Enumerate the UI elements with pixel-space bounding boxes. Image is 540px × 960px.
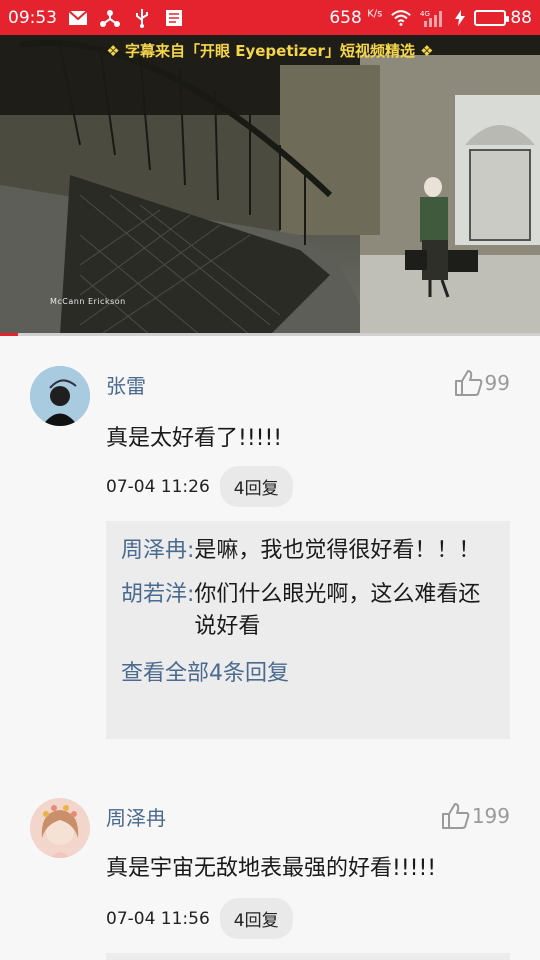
comment-text: 真是宇宙无敌地表最强的好看!!!!!	[106, 856, 437, 881]
reply-username[interactable]: 周泽冉:	[121, 535, 194, 567]
video-progress-fill	[0, 333, 18, 336]
like-count: 99	[484, 371, 510, 395]
net-speed: 658 K/s	[329, 7, 383, 28]
charging-icon	[454, 9, 466, 27]
battery-level: 88	[510, 7, 532, 28]
see-all-replies-link[interactable]: 查看全部4条回复	[121, 655, 494, 687]
reply-username[interactable]: 胡若洋:	[121, 579, 194, 643]
video-player[interactable]: ❖ 字幕来自「开眼 Eyepetizer」短视频精选 ❖ McCann Eric…	[0, 35, 540, 335]
mail-icon	[67, 9, 89, 27]
reply-item[interactable]: 胡若洋: 你们什么眼光啊，这么难看还说好看	[121, 579, 494, 643]
battery-icon: 88	[474, 8, 532, 28]
reply-count-button[interactable]: 4回复	[219, 466, 293, 507]
usb-icon	[131, 8, 153, 28]
reply-item[interactable]: 周泽冉: 是嘛，我也觉得很好看！！！	[121, 535, 494, 567]
comment-meta: 07-04 11:26 4回复	[106, 466, 293, 507]
signal-icon: 4G	[420, 9, 446, 27]
wifi-icon	[390, 9, 412, 27]
share-icon	[99, 9, 121, 27]
comment-meta: 07-04 11:56 4回复	[106, 898, 293, 939]
reply-text: 你们什么眼光啊，这么难看还说好看	[194, 582, 481, 639]
comment-username[interactable]: 周泽冉	[106, 802, 166, 831]
avatar[interactable]	[30, 366, 90, 426]
replies-box	[106, 953, 510, 960]
reply-text: 是嘛，我也觉得很好看！！！	[194, 538, 481, 563]
replies-box: 周泽冉: 是嘛，我也觉得很好看！！！ 胡若洋: 你们什么眼光啊，这么难看还说好看 查…	[106, 521, 510, 739]
comment-text: 真是太好看了!!!!!	[106, 426, 283, 451]
status-bar: 09:53 658 K/s 4G 88	[0, 0, 540, 35]
thumbs-up-icon	[454, 370, 482, 396]
document-icon	[163, 9, 185, 27]
avatar[interactable]	[30, 798, 90, 858]
signal-label: 4G	[420, 10, 430, 18]
like-count: 199	[471, 804, 510, 828]
comment-time: 07-04 11:56	[106, 908, 210, 929]
comment-username[interactable]: 张雷	[106, 370, 146, 399]
video-watermark: McCann Erickson	[50, 297, 126, 306]
like-button[interactable]: 199	[441, 802, 510, 830]
comment-time: 07-04 11:26	[106, 476, 210, 497]
thumbs-up-icon	[441, 803, 470, 829]
video-subtitle-banner: ❖ 字幕来自「开眼 Eyepetizer」短视频精选 ❖	[106, 42, 434, 60]
video-frame	[0, 35, 540, 335]
reply-count-button[interactable]: 4回复	[219, 898, 293, 939]
video-progress-bar[interactable]	[0, 333, 540, 336]
status-time: 09:53	[8, 7, 57, 28]
like-button[interactable]: 99	[454, 369, 510, 397]
